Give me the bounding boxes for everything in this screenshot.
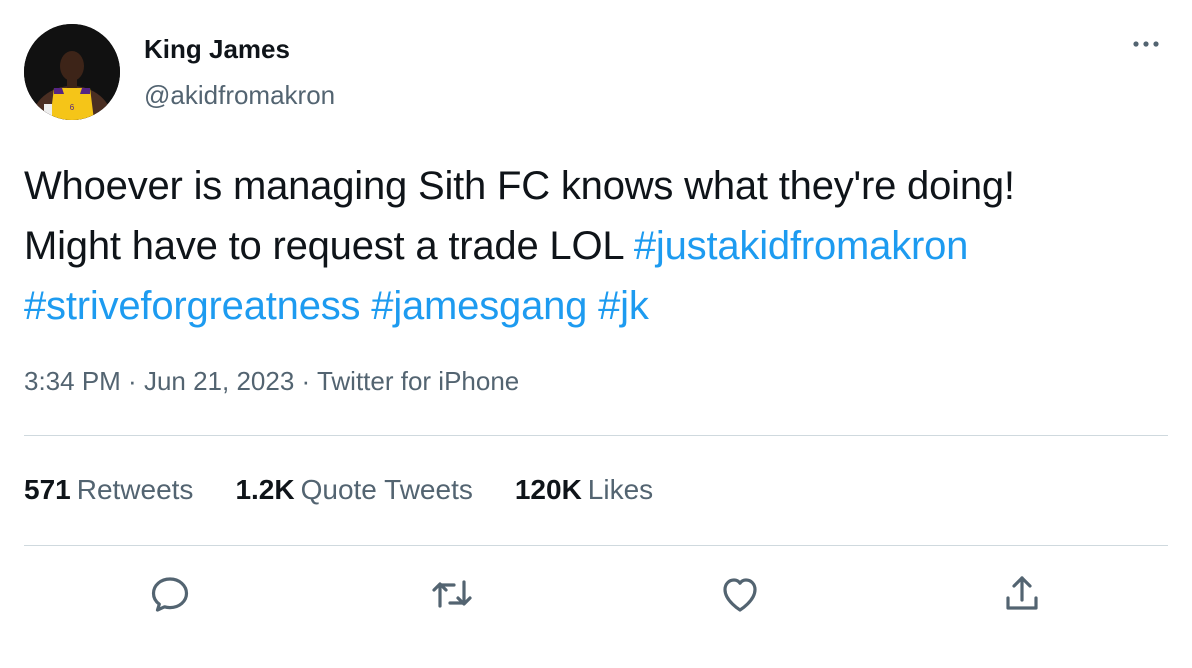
- more-options-button[interactable]: [1126, 32, 1166, 56]
- likes-stat[interactable]: 120K Likes: [515, 474, 653, 506]
- like-button[interactable]: [716, 570, 764, 618]
- reply-icon: [151, 577, 189, 612]
- tweet-meta: 3:34 PM · Jun 21, 2023 · Twitter for iPh…: [24, 366, 519, 397]
- likes-label: Likes: [587, 474, 654, 505]
- retweet-button[interactable]: [428, 570, 476, 618]
- tweet-date[interactable]: Jun 21, 2023: [144, 366, 294, 396]
- reply-button[interactable]: [146, 570, 194, 618]
- divider: [24, 545, 1168, 546]
- retweets-count: 571: [24, 474, 71, 505]
- hashtag-link[interactable]: #justakidfromakron: [634, 224, 969, 268]
- tweet-time[interactable]: 3:34 PM: [24, 366, 121, 396]
- hashtag-link[interactable]: #striveforgreatness: [24, 284, 361, 328]
- tweet-text: Whoever is managing Sith FC knows what t…: [24, 156, 1174, 336]
- heart-icon: [723, 578, 757, 612]
- display-name[interactable]: King James: [144, 34, 290, 65]
- meta-separator: ·: [294, 366, 317, 396]
- avatar[interactable]: 6: [24, 24, 120, 120]
- hashtag-link[interactable]: #jk: [598, 284, 649, 328]
- tweet-stats: 571 Retweets 1.2K Quote Tweets 120K Likes: [24, 474, 695, 506]
- quote-tweets-label: Quote Tweets: [300, 474, 473, 505]
- more-horizontal-icon: [1133, 41, 1159, 47]
- quote-tweets-count: 1.2K: [235, 474, 295, 505]
- retweets-label: Retweets: [76, 474, 194, 505]
- tweet-text-line1: Whoever is managing Sith FC knows what t…: [24, 164, 1015, 208]
- user-handle[interactable]: @akidfromakron: [144, 80, 335, 111]
- share-icon: [1006, 576, 1038, 610]
- tweet-source[interactable]: Twitter for iPhone: [317, 366, 519, 396]
- retweet-icon: [432, 580, 472, 608]
- retweets-stat[interactable]: 571 Retweets: [24, 474, 193, 506]
- divider: [24, 435, 1168, 436]
- share-button[interactable]: [998, 570, 1046, 618]
- hashtag-link[interactable]: #jamesgang: [371, 284, 587, 328]
- quote-tweets-stat[interactable]: 1.2K Quote Tweets: [235, 474, 472, 506]
- player-photo-avatar-icon: 6: [24, 24, 120, 120]
- tweet-text-line2: Might have to request a trade LOL: [24, 224, 634, 268]
- tweet-card: 6 King James @akidfromakron Whoever is m…: [0, 0, 1192, 668]
- meta-separator: ·: [120, 366, 144, 396]
- likes-count: 120K: [514, 474, 582, 505]
- svg-text:6: 6: [70, 103, 75, 112]
